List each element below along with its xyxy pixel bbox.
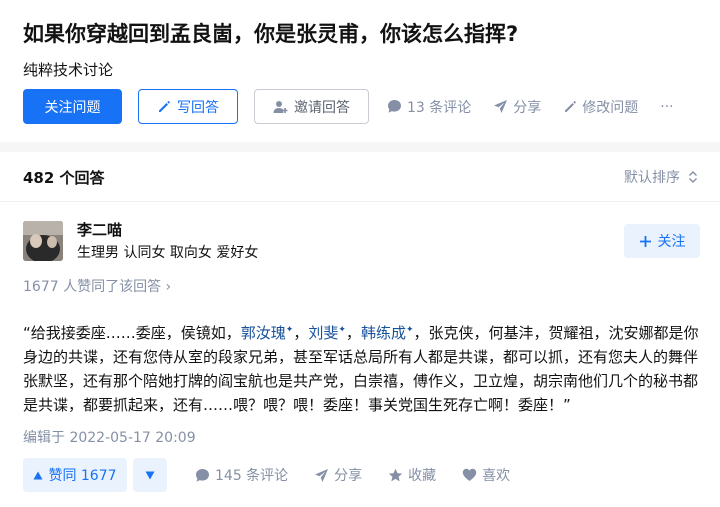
- like-button[interactable]: 喜欢: [462, 465, 510, 485]
- votes-summary[interactable]: 1677 人赞同了该回答 ›: [23, 276, 171, 296]
- sort-label: 默认排序: [624, 170, 680, 186]
- write-answer-label: 写回答: [177, 99, 219, 116]
- question-title[interactable]: 如果你穿越回到孟良崮，你是张灵甫，你该怎么指挥?: [23, 18, 518, 48]
- link-han-liancheng[interactable]: 韩练成: [361, 324, 406, 342]
- answer-share-label: 分享: [334, 468, 363, 484]
- question-comments-label: 13 条评论: [407, 99, 472, 116]
- link-liu-fei[interactable]: 刘斐: [308, 324, 338, 342]
- share-icon: [493, 99, 508, 114]
- invite-answer-button[interactable]: 邀请回答: [254, 89, 369, 124]
- favorite-label: 收藏: [408, 468, 437, 484]
- sort-dropdown[interactable]: 默认排序: [624, 167, 698, 187]
- downvote-button[interactable]: [133, 458, 167, 492]
- answers-header: 482 个回答 默认排序: [0, 152, 720, 202]
- heart-icon: [462, 468, 477, 482]
- pencil-icon: [157, 100, 171, 114]
- follow-author-label: 关注: [657, 234, 686, 250]
- answer-share-button[interactable]: 分享: [314, 465, 362, 485]
- author-name[interactable]: 李二喵: [77, 219, 122, 240]
- more-icon: ···: [660, 98, 674, 115]
- invite-user-icon: [273, 100, 288, 114]
- question-header: 如果你穿越回到孟良崮，你是张灵甫，你该怎么指挥? 纯粹技术讨论 关注问题 写回答…: [0, 0, 720, 142]
- question-comments-button[interactable]: 13 条评论: [387, 97, 471, 117]
- favorite-button[interactable]: 收藏: [388, 465, 436, 485]
- follow-question-button[interactable]: 关注问题: [23, 89, 122, 124]
- link-star-icon: ✦: [405, 325, 414, 335]
- upvote-label: 赞同 1677: [48, 468, 117, 484]
- edit-question-button[interactable]: 修改问题: [563, 97, 638, 117]
- plus-icon: [639, 235, 652, 248]
- write-answer-button[interactable]: 写回答: [138, 89, 238, 124]
- answer-count: 482 个回答: [23, 169, 105, 187]
- answers-card: 482 个回答 默认排序 李二喵 生理男 认同女 取向女 爱好女 关注 1677…: [0, 152, 720, 507]
- star-icon: [388, 468, 403, 483]
- author-bio: 生理男 认同女 取向女 爱好女: [77, 245, 259, 261]
- follow-author-button[interactable]: 关注: [624, 224, 700, 258]
- answer-text: ，: [345, 324, 361, 342]
- pencil-icon: [563, 100, 577, 114]
- follow-question-label: 关注问题: [44, 99, 101, 116]
- edit-question-label: 修改问题: [582, 99, 639, 116]
- answer-text: ，: [293, 324, 309, 342]
- share-icon: [314, 468, 329, 483]
- comment-icon: [195, 468, 210, 483]
- answer-comments-label: 145 条评论: [215, 468, 289, 484]
- answer-actions: 赞同 1677 145 条评论 分享 收藏 喜欢: [23, 458, 510, 492]
- edit-time[interactable]: 编辑于 2022-05-17 20:09: [23, 427, 196, 447]
- more-options-button[interactable]: ···: [660, 99, 673, 115]
- triangle-down-icon: [145, 471, 155, 480]
- answer-comments-button[interactable]: 145 条评论: [195, 465, 288, 485]
- answer-text: “给我接委座……委座，侯镜如，: [23, 324, 241, 342]
- avatar[interactable]: [23, 221, 63, 261]
- question-share-button[interactable]: 分享: [493, 97, 541, 117]
- question-share-label: 分享: [513, 99, 542, 116]
- upvote-button[interactable]: 赞同 1677: [23, 458, 127, 492]
- question-detail: 纯粹技术讨论: [23, 61, 114, 79]
- question-actions: 关注问题 写回答 邀请回答 13 条评论 分享 修改问题 ···: [23, 89, 674, 124]
- triangle-up-icon: [33, 471, 43, 480]
- invite-answer-label: 邀请回答: [294, 99, 350, 116]
- link-guo-ruhui[interactable]: 郭汝瑰: [241, 324, 286, 342]
- answer-content: “给我接委座……委座，侯镜如，郭汝瑰✦，刘斐✦，韩练成✦，张克侠，何基沣，贺耀祖…: [23, 318, 703, 417]
- link-star-icon: ✦: [338, 325, 346, 335]
- sort-chevron-icon: [688, 170, 698, 184]
- like-label: 喜欢: [482, 468, 511, 484]
- comment-icon: [387, 99, 402, 114]
